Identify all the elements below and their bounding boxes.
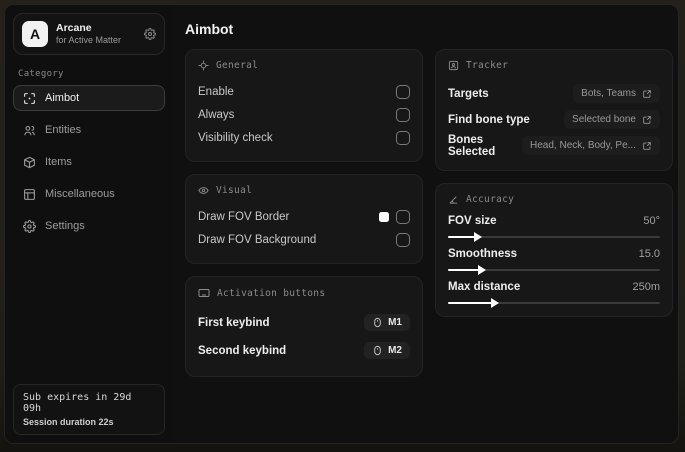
sidebar-item-label: Entities xyxy=(45,124,82,136)
first-keybind-button[interactable]: M1 xyxy=(364,314,410,331)
app-header: A Arcane for Active Matter xyxy=(13,13,165,55)
max-distance-value: 250m xyxy=(632,281,660,293)
setting-row-draw-fov-border: Draw FOV Border xyxy=(198,206,410,228)
sidebar-item-label: Items xyxy=(45,156,72,168)
sidebar-item-aimbot[interactable]: Aimbot xyxy=(13,85,165,111)
sidebar-item-label: Aimbot xyxy=(45,92,80,104)
section-title: Visual xyxy=(216,185,253,196)
sub-expires-text: Sub expires in 29d 09h xyxy=(23,392,132,414)
sidebar-item-label: Miscellaneous xyxy=(45,188,115,200)
activation-section: Activation buttons First keybind M1 Seco… xyxy=(185,276,423,377)
smoothness-slider[interactable] xyxy=(448,265,660,275)
targets-dropdown[interactable]: Bots, Teams xyxy=(573,84,660,103)
setting-row-draw-fov-background: Draw FOV Background xyxy=(198,229,410,251)
accuracy-section: Accuracy FOV size 50° Smoothness 15.0 Ma… xyxy=(435,183,673,317)
sidebar-nav: Aimbot Entities Items Miscellaneous Sett… xyxy=(13,85,165,239)
users-icon xyxy=(23,124,36,137)
eye-icon xyxy=(198,185,209,196)
sidebar-item-label: Settings xyxy=(45,220,85,232)
subscription-info: Sub expires in 29d 09h Session duration … xyxy=(13,384,165,435)
smoothness-value: 15.0 xyxy=(638,248,660,260)
app-subtitle: for Active Matter xyxy=(56,34,122,45)
expand-icon xyxy=(642,141,652,151)
visibility-check-checkbox[interactable] xyxy=(396,131,410,145)
main-content: Aimbot General Enable Always Visibility … xyxy=(173,5,678,443)
always-checkbox[interactable] xyxy=(396,108,410,122)
fov-size-slider[interactable] xyxy=(448,232,660,242)
angle-icon xyxy=(448,194,459,205)
sidebar-item-settings[interactable]: Settings xyxy=(13,213,165,239)
setting-row-always: Always xyxy=(198,104,410,126)
setting-row-visibility-check: Visibility check xyxy=(198,127,410,149)
sidebar-item-items[interactable]: Items xyxy=(13,149,165,175)
section-title: Tracker xyxy=(466,60,509,71)
setting-row-second-keybind: Second keybind M2 xyxy=(198,337,410,364)
setting-row-max-distance: Max distance 250m xyxy=(448,281,660,308)
gear-icon[interactable] xyxy=(144,28,156,40)
app-logo: A xyxy=(22,21,48,47)
setting-row-first-keybind: First keybind M1 xyxy=(198,309,410,336)
scan-icon xyxy=(23,92,36,105)
fov-size-value: 50° xyxy=(643,215,660,227)
app-name: Arcane xyxy=(56,21,92,34)
setting-row-bones-selected: Bones Selected Head, Neck, Body, Pe... xyxy=(448,133,660,158)
app-window: A Arcane for Active Matter Category Aimb… xyxy=(4,4,679,444)
sidebar: A Arcane for Active Matter Category Aimb… xyxy=(5,5,173,443)
setting-row-fov-size: FOV size 50° xyxy=(448,215,660,242)
setting-row-find-bone-type: Find bone type Selected bone xyxy=(448,107,660,132)
crosshair-icon xyxy=(198,60,209,71)
section-title: Activation buttons xyxy=(217,287,326,299)
sidebar-item-entities[interactable]: Entities xyxy=(13,117,165,143)
setting-row-targets: Targets Bots, Teams xyxy=(448,81,660,106)
keyboard-icon xyxy=(198,287,210,299)
bones-selected-dropdown[interactable]: Head, Neck, Body, Pe... xyxy=(522,136,660,155)
visual-section: Visual Draw FOV Border Draw FOV Backgrou… xyxy=(185,174,423,264)
setting-row-smoothness: Smoothness 15.0 xyxy=(448,248,660,275)
slider-thumb[interactable] xyxy=(473,232,482,242)
target-scan-icon xyxy=(448,60,459,71)
cube-icon xyxy=(23,156,36,169)
second-keybind-button[interactable]: M2 xyxy=(364,342,410,359)
sidebar-item-miscellaneous[interactable]: Miscellaneous xyxy=(13,181,165,207)
session-duration-text: Session duration 22s xyxy=(23,417,114,427)
draw-fov-background-checkbox[interactable] xyxy=(396,233,410,247)
enable-checkbox[interactable] xyxy=(396,85,410,99)
section-title: Accuracy xyxy=(466,194,515,205)
mouse-icon xyxy=(372,345,383,356)
layout-icon xyxy=(23,188,36,201)
expand-icon xyxy=(642,89,652,99)
fov-border-color-swatch[interactable] xyxy=(379,212,389,222)
tracker-section: Tracker Targets Bots, Teams Find bone ty… xyxy=(435,49,673,171)
draw-fov-border-checkbox[interactable] xyxy=(396,210,410,224)
mouse-icon xyxy=(372,317,383,328)
general-section: General Enable Always Visibility check xyxy=(185,49,423,162)
find-bone-type-dropdown[interactable]: Selected bone xyxy=(564,110,660,129)
slider-thumb[interactable] xyxy=(477,265,486,275)
expand-icon xyxy=(642,115,652,125)
category-label: Category xyxy=(18,69,64,79)
gear-icon xyxy=(23,219,36,233)
page-title: Aimbot xyxy=(185,21,234,37)
setting-row-enable: Enable xyxy=(198,81,410,103)
section-title: General xyxy=(216,60,259,71)
max-distance-slider[interactable] xyxy=(448,298,660,308)
slider-thumb[interactable] xyxy=(490,298,499,308)
